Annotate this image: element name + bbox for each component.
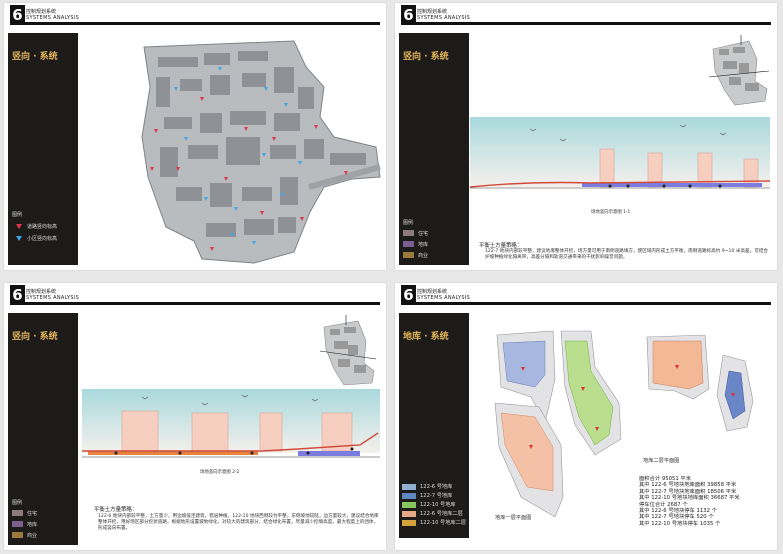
section-title: 竖向 · 系统 (12, 52, 58, 62)
slide-basement-system: 6 控制规划系统 SYSTEMS ANALYSIS 地库 · 系统 122-6 … (395, 283, 777, 550)
header-title-cn: 控制规划系统 (26, 289, 57, 295)
section-caption: 场地竖向示意图 2-2 (200, 470, 240, 475)
basement-stats: 面积合计 95051 平米 其中 122-6 号地块地库面积 39858 平米 … (639, 476, 740, 527)
section-title: 竖向 · 系统 (403, 52, 449, 62)
header-rule (416, 302, 771, 305)
header-title-cn: 控制规划系统 (417, 289, 448, 295)
commercial-swatch (403, 252, 414, 258)
caption-level1: 地库一层平面图 (495, 515, 532, 521)
commercial-swatch (12, 532, 23, 538)
legend-item-122-6: 122-6 号地库 (402, 482, 466, 491)
chapter-number: 6 (10, 5, 25, 25)
basement-level1-plan (494, 330, 622, 518)
sidebar-panel: 竖向 · 系统 图例 道路竖向标高 小区竖向标高 (8, 33, 78, 265)
section-title: 竖向 · 系统 (12, 332, 58, 342)
text-title: 平衡土方量策略： (94, 507, 138, 513)
header-title-en: SYSTEMS ANALYSIS (26, 295, 80, 301)
section-title: 地库 · 系统 (403, 332, 449, 342)
basement-swatch (403, 241, 414, 247)
key-plan-thumbnail (319, 315, 377, 386)
header-title-en: SYSTEMS ANALYSIS (417, 15, 471, 21)
text-title: 平衡土方量策略： (479, 243, 523, 249)
section-drawing-2-2 (82, 389, 380, 458)
red-triangle-icon (16, 223, 22, 229)
legend-item-122-10-level2: 122-10 号地库二层 (402, 518, 466, 527)
legend-item-residential: 住宅 (403, 229, 428, 237)
sidebar-panel: 竖向 · 系统 图例 住宅 地库 商业 (8, 313, 78, 545)
legend-item-122-6-level2: 122-6 号地库二层 (402, 509, 466, 518)
basement-swatch (12, 521, 23, 527)
sidebar-panel: 竖向 · 系统 图例 住宅 地库 商业 (399, 33, 469, 265)
chapter-number: 6 (10, 285, 25, 305)
header-rule (25, 22, 380, 25)
basement-level2-plan (646, 334, 754, 432)
residential-swatch (403, 230, 414, 236)
section-drawing-1-1 (470, 117, 770, 189)
header-rule (25, 302, 380, 305)
text-body: 122-7 地块内部较平整，建议地库整体开挖，场方量可用于南侧道路填方，使区域内… (485, 249, 769, 260)
legend-item-122-10: 122-10 号地库 (402, 500, 466, 509)
residential-swatch (12, 510, 23, 516)
legend-item-road-elevation: 道路竖向标高 (12, 222, 57, 230)
stat-line: 其中 122-6 号地块地库面积 39858 平米 (639, 482, 737, 489)
stat-line: 其中 122-10 号地块停车 1035 个 (639, 520, 721, 527)
legend-item-commercial: 商业 (12, 531, 37, 539)
legend-item-community-elevation: 小区竖向标高 (12, 234, 57, 242)
header-rule (416, 22, 771, 25)
header-title-cn: 控制规划系统 (417, 9, 448, 15)
text-body: 122-6 地块内部较平整，土方量少，用边坡低洼建筑，错层种植。122-10 地… (98, 514, 379, 531)
chapter-number: 6 (401, 5, 416, 25)
legend-item-commercial: 商业 (403, 251, 428, 259)
legend-title: 图例 (12, 500, 23, 506)
header-title-cn: 控制规划系统 (26, 9, 57, 15)
legend-title: 图例 (12, 212, 23, 218)
header-title-en: SYSTEMS ANALYSIS (26, 15, 80, 21)
stat-line: 其中 122-10 号地块地库面积 36687 平米 (639, 495, 740, 502)
legend-item-122-7: 122-7 号地库 (402, 491, 466, 500)
legend-title: 图例 (403, 220, 414, 226)
section-caption: 场地竖向示意图 1-1 (591, 210, 631, 215)
header-title-en: SYSTEMS ANALYSIS (417, 295, 471, 301)
slide-vertical-section-1: 6 控制规划系统 SYSTEMS ANALYSIS 竖向 · 系统 图例 住宅 … (395, 3, 777, 270)
legend-item-basement: 地库 (12, 520, 37, 528)
slide-vertical-system-plan: 6 控制规划系统 SYSTEMS ANALYSIS 竖向 · 系统 图例 道路竖… (4, 3, 386, 270)
key-plan-thumbnail (708, 35, 770, 106)
slide-vertical-section-2: 6 控制规划系统 SYSTEMS ANALYSIS 竖向 · 系统 图例 住宅 … (4, 283, 386, 550)
legend-item-residential: 住宅 (12, 509, 37, 517)
chapter-number: 6 (401, 285, 416, 305)
caption-level2: 地库二层平面图 (643, 458, 680, 464)
site-elevation-plan-map (141, 40, 381, 264)
blue-triangle-icon (16, 235, 22, 241)
legend-item-basement: 地库 (403, 240, 428, 248)
basement-legend: 122-6 号地库 122-7 号地库 122-10 号地库 122-6 号地库… (402, 482, 466, 527)
